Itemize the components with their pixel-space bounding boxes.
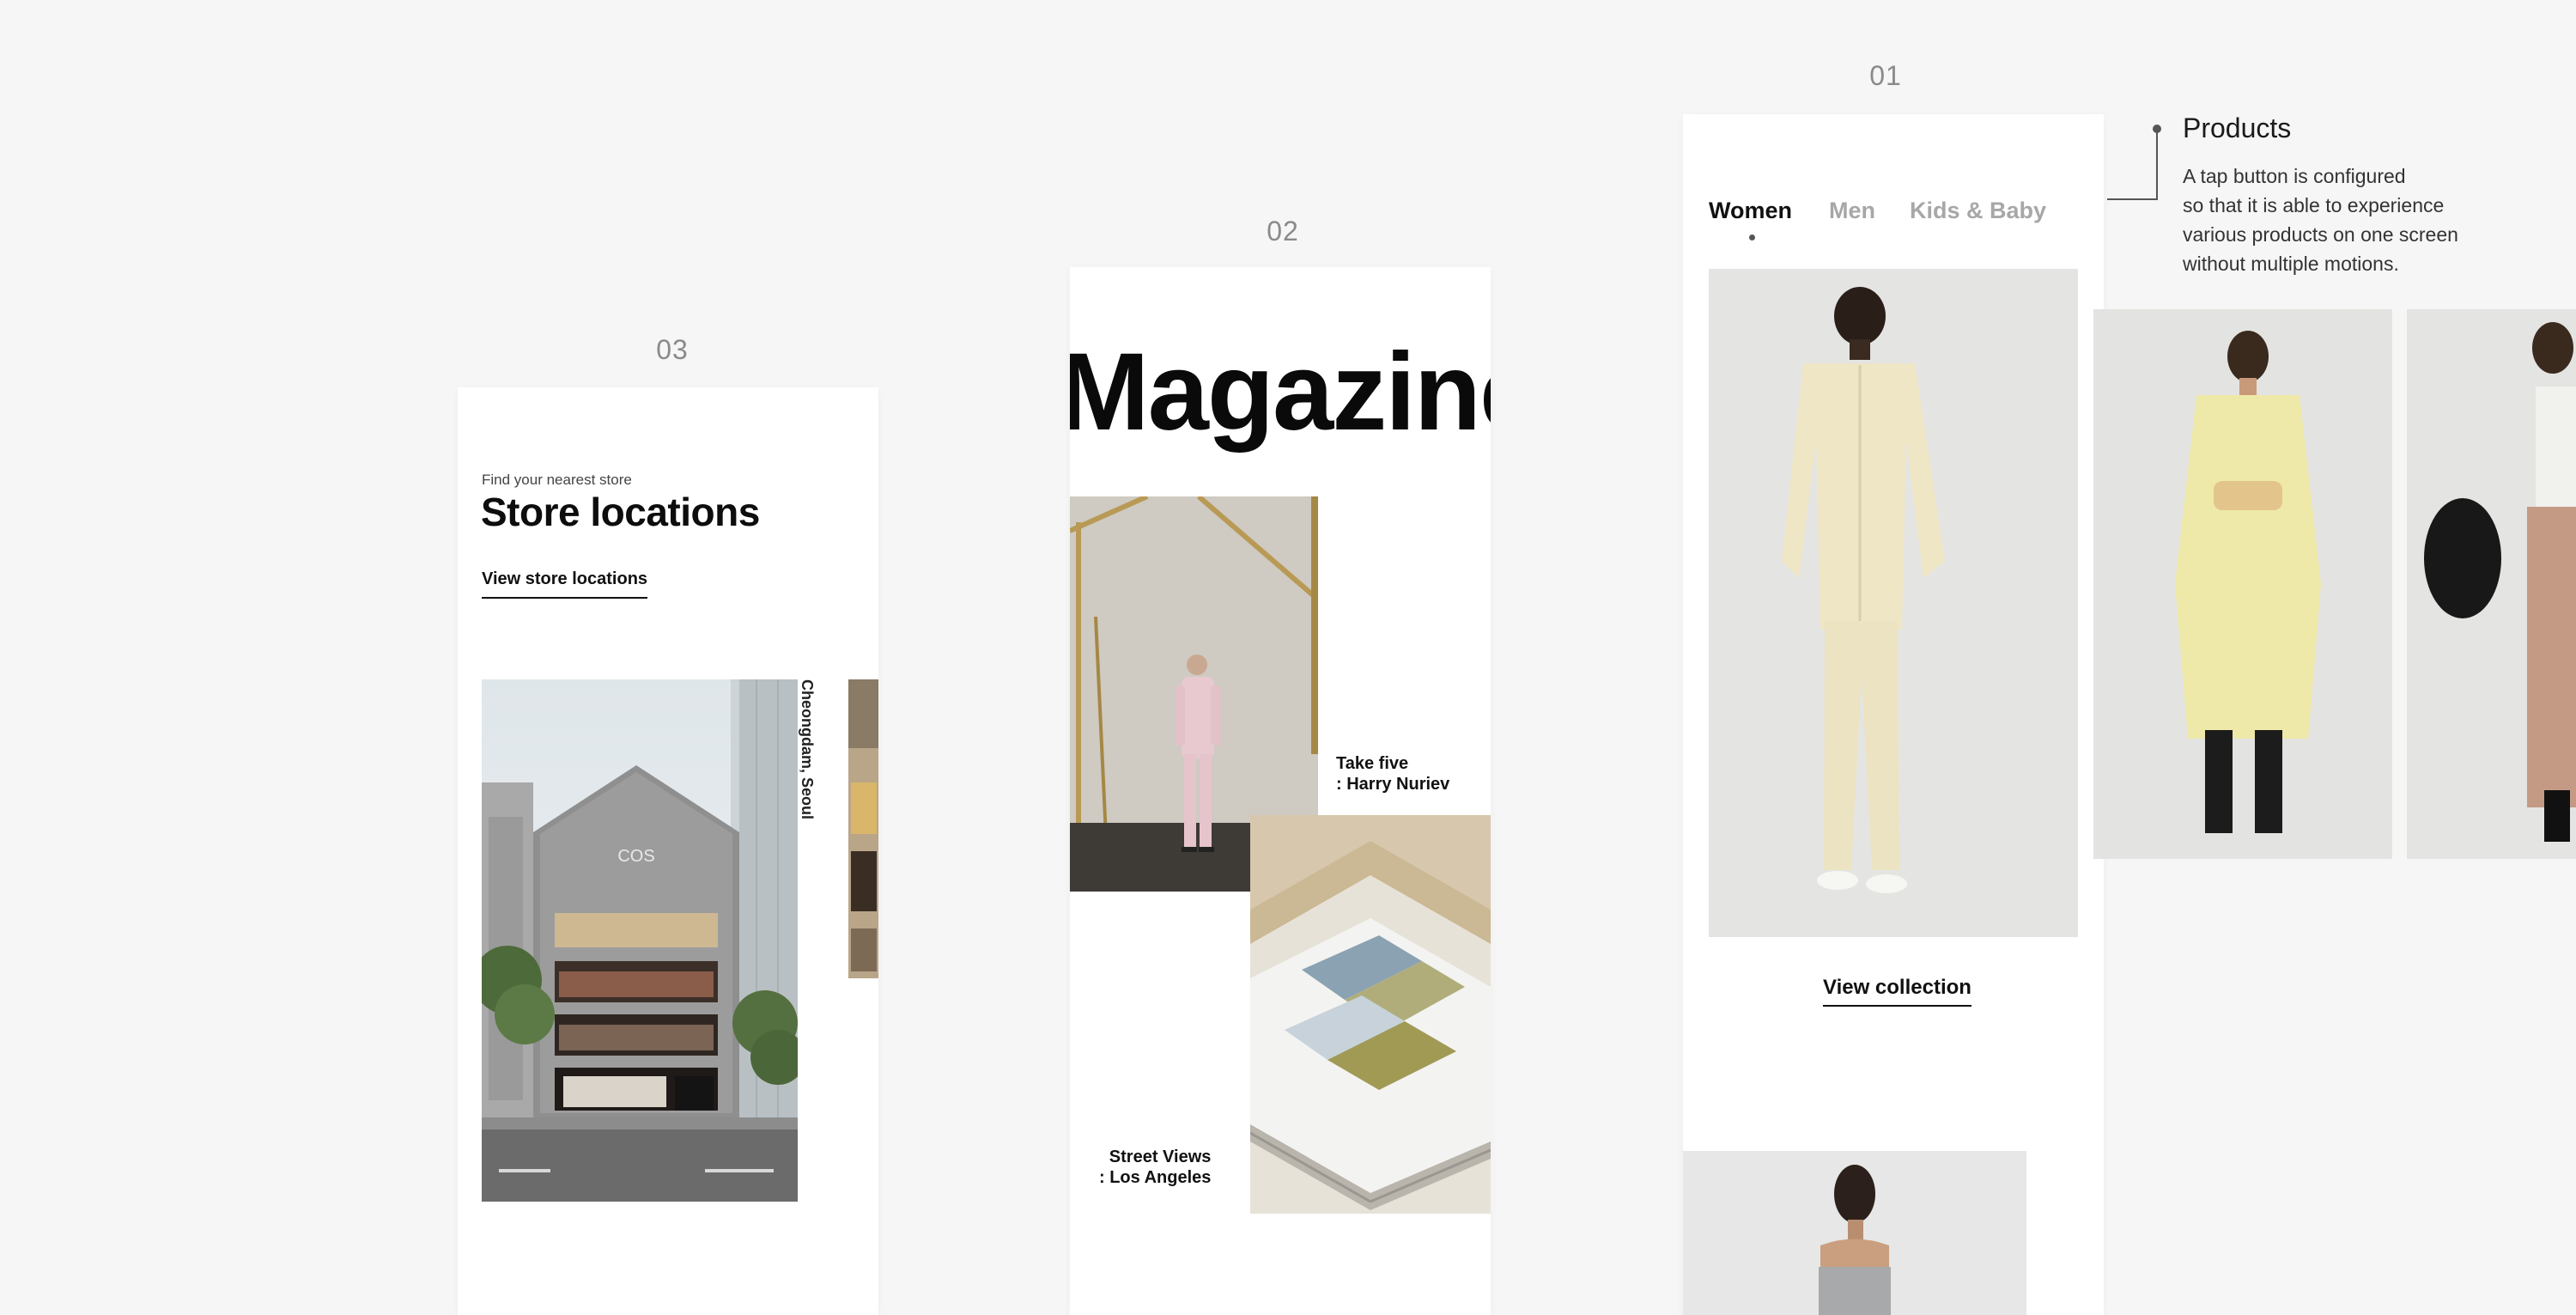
article-caption-street-views: Street Views : Los Angeles xyxy=(1099,1148,1212,1187)
article-caption-harry-nuriev: Take five : Harry Nuriev xyxy=(1336,754,1450,794)
tab-men[interactable]: Men xyxy=(1829,198,1875,224)
store-title: Store locations xyxy=(481,490,760,534)
annotation-text: A tap button is configured so that it is… xyxy=(2183,165,2458,275)
tab-kids-baby[interactable]: Kids & Baby xyxy=(1910,198,2046,224)
store-sign-logo: COS xyxy=(617,847,654,866)
store-locations-screen: Find your nearest store Store locations … xyxy=(458,387,878,1315)
store-caption: Cheongdam, Seoul xyxy=(799,679,816,820)
store-building-illustration: COS xyxy=(482,679,798,1202)
street-views-illustration xyxy=(1250,815,1491,1214)
model-black-bag-illustration xyxy=(2407,309,2576,859)
product-photo-next-collection[interactable] xyxy=(1683,1151,2026,1315)
store-next-illustration xyxy=(848,679,878,978)
screen-number-02: 02 xyxy=(1267,216,1299,247)
screen-number-01: 01 xyxy=(1869,60,1902,91)
article-photo-street-views[interactable] xyxy=(1250,815,1491,1214)
view-collection-link[interactable]: View collection xyxy=(1823,976,1971,1007)
magazine-screen: Magazine Take five : Harry Nuriev xyxy=(1070,267,1491,1315)
annotation-title: Products xyxy=(2183,113,2292,143)
model-yellow-coat-illustration xyxy=(2093,309,2392,859)
product-photo-carousel-2[interactable] xyxy=(2093,309,2392,859)
model-strapless-illustration xyxy=(1683,1151,2026,1315)
product-photo-carousel-3[interactable] xyxy=(2407,309,2576,859)
model-cream-suit-illustration xyxy=(1709,269,2078,937)
store-photo-cheongdam[interactable]: COS xyxy=(482,679,798,1202)
store-photo-next[interactable] xyxy=(848,679,878,978)
magazine-title: Magazine xyxy=(1070,331,1491,454)
product-photo-main[interactable] xyxy=(1709,269,2078,937)
annotation-connector xyxy=(2107,125,2161,200)
products-screen: Women Men Kids & Baby View collection xyxy=(1683,114,2104,1315)
store-subtitle: Find your nearest store xyxy=(482,472,632,488)
screen-number-03: 03 xyxy=(656,334,689,365)
active-tab-indicator xyxy=(1749,234,1755,240)
tab-women[interactable]: Women xyxy=(1709,198,1792,224)
view-store-locations-link[interactable]: View store locations xyxy=(482,569,648,599)
